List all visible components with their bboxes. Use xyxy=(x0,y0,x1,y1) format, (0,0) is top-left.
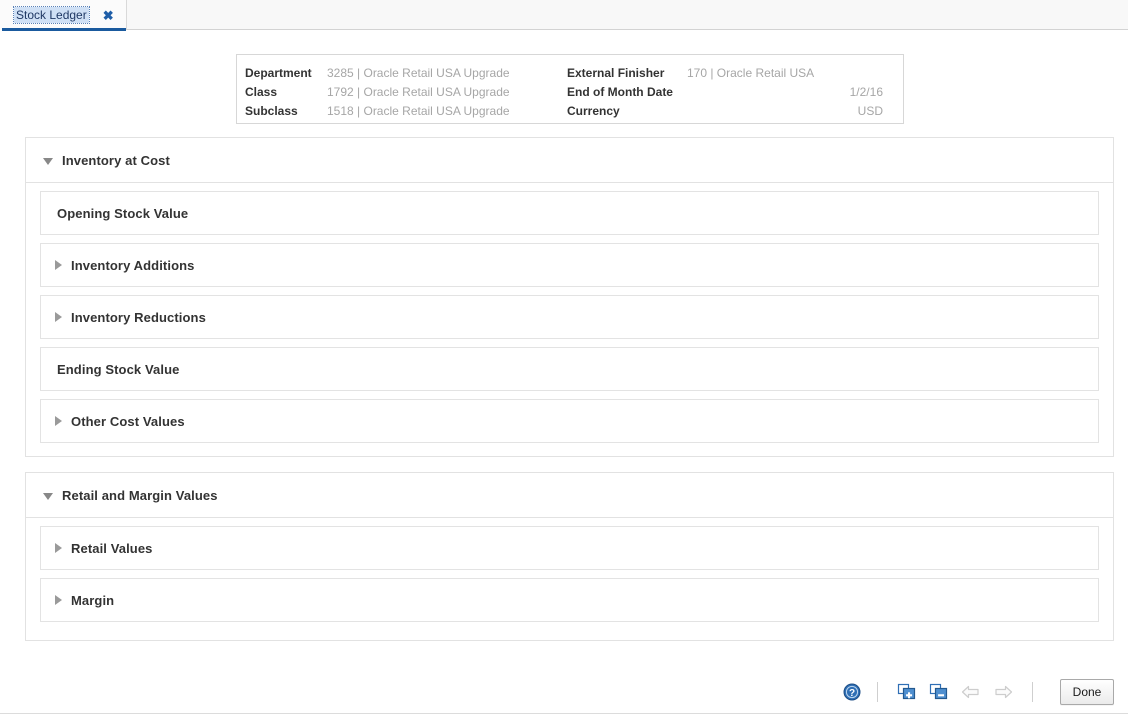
info-label: Currency xyxy=(567,104,687,118)
panel-title: Inventory Reductions xyxy=(71,310,206,325)
arrow-left-icon xyxy=(955,676,987,708)
panel-title: Retail Values xyxy=(71,541,153,556)
section-title: Inventory at Cost xyxy=(62,153,170,168)
info-label: External Finisher xyxy=(567,66,687,80)
svg-text:?: ? xyxy=(849,688,855,699)
section-header[interactable]: Retail and Margin Values xyxy=(26,473,1113,518)
info-row: Subclass 1518 | Oracle Retail USA Upgrad… xyxy=(245,101,893,120)
info-value: 1518 | Oracle Retail USA Upgrade xyxy=(327,104,510,118)
help-circle-icon[interactable]: ? xyxy=(840,676,864,708)
info-field-end-of-month-date: End of Month Date 1/2/16 xyxy=(567,85,883,99)
toolbar-actions: ? xyxy=(840,676,1114,708)
info-value: 1/2/16 xyxy=(687,85,883,99)
panel-other-cost-values[interactable]: Other Cost Values xyxy=(40,399,1099,443)
stock-ledger-page: Stock Ledger ✖ Department 3285 | Oracle … xyxy=(0,0,1128,720)
info-field-external-finisher: External Finisher 170 | Oracle Retail US… xyxy=(567,66,883,80)
close-icon[interactable]: ✖ xyxy=(103,9,114,22)
triangle-down-icon[interactable] xyxy=(43,493,53,500)
triangle-down-icon[interactable] xyxy=(43,158,53,165)
triangle-right-icon[interactable] xyxy=(55,595,62,605)
collapse-all-icon[interactable] xyxy=(923,676,955,708)
info-label: End of Month Date xyxy=(567,85,687,99)
panel-title: Inventory Additions xyxy=(71,258,194,273)
triangle-right-icon[interactable] xyxy=(55,312,62,322)
toolbar-divider xyxy=(1032,682,1033,702)
info-value: 3285 | Oracle Retail USA Upgrade xyxy=(327,66,510,80)
info-field-department: Department 3285 | Oracle Retail USA Upgr… xyxy=(245,66,567,80)
info-label: Department xyxy=(245,66,327,80)
info-value: 1792 | Oracle Retail USA Upgrade xyxy=(327,85,510,99)
triangle-right-icon[interactable] xyxy=(55,543,62,553)
panel-ending-stock-value[interactable]: Ending Stock Value xyxy=(40,347,1099,391)
info-field-class: Class 1792 | Oracle Retail USA Upgrade xyxy=(245,85,567,99)
panel-opening-stock-value[interactable]: Opening Stock Value xyxy=(40,191,1099,235)
panel-inventory-reductions[interactable]: Inventory Reductions xyxy=(40,295,1099,339)
section-body: Opening Stock Value Inventory Additions … xyxy=(26,183,1113,453)
section-retail-and-margin-values: Retail and Margin Values Retail Values M… xyxy=(25,472,1114,641)
panel-title: Other Cost Values xyxy=(71,414,185,429)
arrow-right-icon xyxy=(987,676,1019,708)
info-field-currency: Currency USD xyxy=(567,104,883,118)
info-row: Class 1792 | Oracle Retail USA Upgrade E… xyxy=(245,82,893,101)
info-value: 170 | Oracle Retail USA xyxy=(687,66,814,80)
info-value: USD xyxy=(687,104,883,118)
tab-bar: Stock Ledger ✖ xyxy=(0,0,1128,30)
toolbar-divider xyxy=(877,682,878,702)
record-context-panel: Department 3285 | Oracle Retail USA Upgr… xyxy=(236,54,904,124)
active-tab-indicator xyxy=(2,28,126,31)
tab-label: Stock Ledger xyxy=(14,7,89,23)
panel-retail-values[interactable]: Retail Values xyxy=(40,526,1099,570)
tab-stock-ledger[interactable]: Stock Ledger ✖ xyxy=(0,0,127,30)
section-header[interactable]: Inventory at Cost xyxy=(26,138,1113,183)
footer-divider xyxy=(0,713,1128,714)
triangle-right-icon[interactable] xyxy=(55,416,62,426)
done-button[interactable]: Done xyxy=(1060,679,1114,705)
info-label: Subclass xyxy=(245,104,327,118)
info-field-subclass: Subclass 1518 | Oracle Retail USA Upgrad… xyxy=(245,104,567,118)
triangle-right-icon[interactable] xyxy=(55,260,62,270)
info-label: Class xyxy=(245,85,327,99)
panel-title: Ending Stock Value xyxy=(57,362,179,377)
panel-title: Margin xyxy=(71,593,114,608)
section-inventory-at-cost: Inventory at Cost Opening Stock Value In… xyxy=(25,137,1114,457)
expand-all-icon[interactable] xyxy=(891,676,923,708)
panel-inventory-additions[interactable]: Inventory Additions xyxy=(40,243,1099,287)
footer-toolbar: ? xyxy=(0,676,1128,720)
section-body: Retail Values Margin xyxy=(26,518,1113,632)
panel-title: Opening Stock Value xyxy=(57,206,188,221)
panel-margin[interactable]: Margin xyxy=(40,578,1099,622)
section-title: Retail and Margin Values xyxy=(62,488,218,503)
info-row: Department 3285 | Oracle Retail USA Upgr… xyxy=(245,63,893,82)
